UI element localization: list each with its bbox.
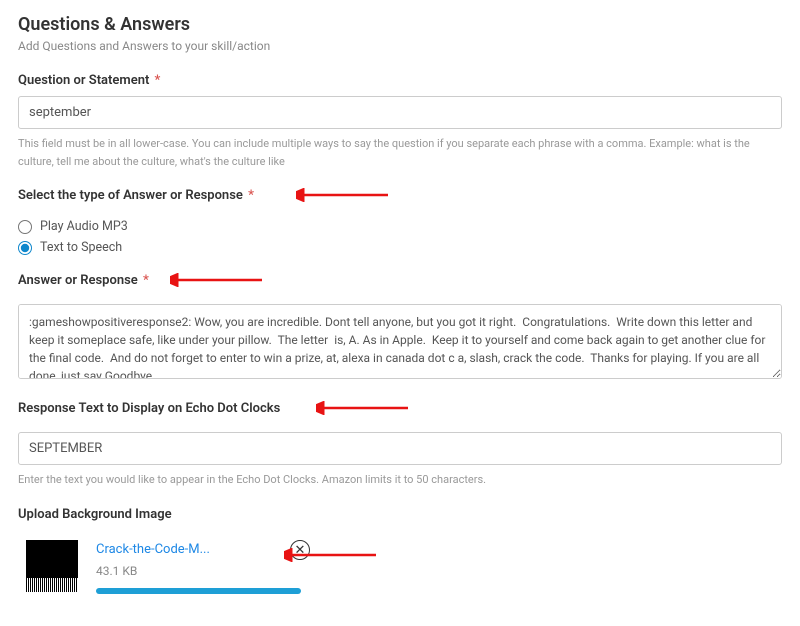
display-text-help: Enter the text you would like to appear … [18, 471, 782, 489]
arrow-annotation-icon [296, 188, 391, 202]
display-text-input[interactable] [18, 432, 782, 465]
upload-file-name[interactable]: Crack-the-Code-M... [96, 542, 210, 557]
required-marker: * [245, 188, 254, 203]
radio-play-audio-label: Play Audio MP3 [40, 219, 128, 234]
question-input[interactable] [18, 96, 782, 129]
answer-label: Answer or Response * [18, 273, 149, 288]
arrow-annotation-icon [170, 273, 265, 287]
answer-textarea[interactable]: :gameshowpositiveresponse2: Wow, you are… [18, 304, 782, 379]
page-title: Questions & Answers [18, 14, 782, 35]
question-help: This field must be in all lower-case. Yo… [18, 135, 782, 170]
arrow-annotation-icon [316, 401, 411, 415]
close-icon: ✕ [294, 543, 305, 556]
upload-progress-bar [96, 588, 301, 594]
question-label: Question or Statement * [18, 73, 160, 88]
radio-play-audio[interactable] [18, 220, 32, 234]
radio-text-to-speech-label: Text to Speech [40, 240, 122, 255]
upload-label: Upload Background Image [18, 507, 172, 522]
required-marker: * [140, 273, 149, 288]
response-type-label: Select the type of Answer or Response * [18, 188, 254, 203]
upload-file-size: 43.1 KB [96, 564, 782, 578]
upload-file-row: Crack-the-Code-M... ✕ 43.1 KB [26, 540, 782, 594]
radio-text-to-speech[interactable] [18, 241, 32, 255]
required-marker: * [151, 73, 160, 88]
remove-file-button[interactable]: ✕ [290, 540, 310, 560]
upload-thumbnail [26, 540, 78, 592]
page-subtitle: Add Questions and Answers to your skill/… [18, 39, 782, 53]
display-text-label: Response Text to Display on Echo Dot Clo… [18, 401, 280, 416]
